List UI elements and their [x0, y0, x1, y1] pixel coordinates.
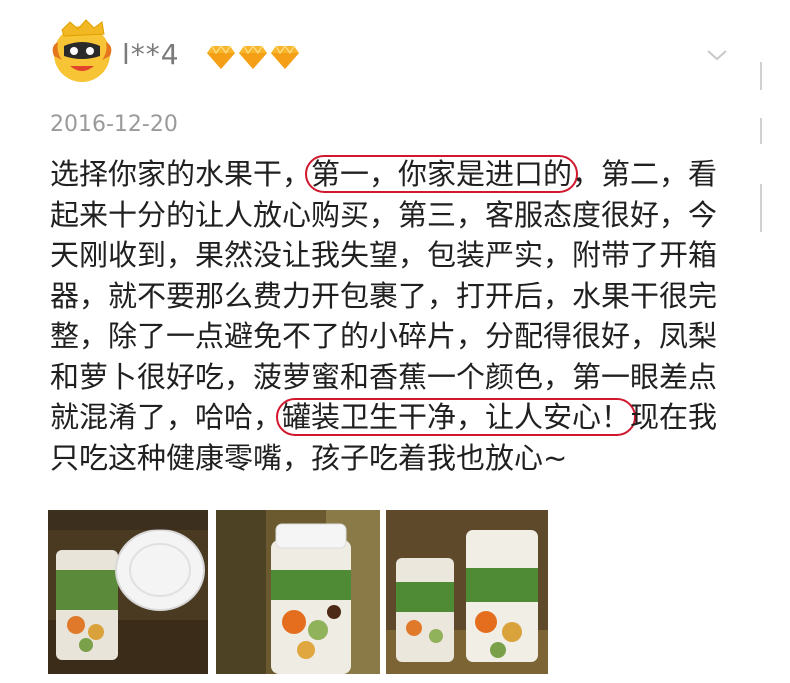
review-text-segment: 就混淆了，哈哈，	[50, 400, 283, 434]
review-line: 整，除了一点避免不了的小碎片，分配得很好，凤梨	[50, 316, 750, 357]
highlighted-phrase: 罐装卫生干净，让人安心！	[276, 398, 637, 436]
review-line: 只吃这种健康零嘴，孩子吃着我也放心~	[50, 438, 750, 479]
review-photo-3[interactable]	[386, 510, 548, 674]
review-line: 就混淆了，哈哈，罐装卫生干净，让人安心！现在我	[50, 397, 750, 438]
review-text-segment: 器，就不要那么费力开包裹了，打开后，水果干很完	[50, 278, 718, 313]
chevron-down-icon[interactable]	[706, 48, 728, 62]
edge-divider	[760, 62, 762, 90]
review-date: 2016-12-20	[50, 112, 178, 137]
review-text-segment: 整，除了一点避免不了的小碎片，分配得很好，凤梨	[50, 319, 718, 353]
review-line: 器，就不要那么费力开包裹了，打开后，水果干很完	[50, 276, 750, 317]
diamond-icon	[271, 44, 299, 69]
review-text-segment: 选择你家的水果干，	[50, 157, 312, 191]
review-text-segment: 天刚收到，果然没让我失望，包装严实，附带了开箱	[50, 238, 718, 272]
user-avatar[interactable]	[48, 16, 116, 84]
review-line: 天刚收到，果然没让我失望，包装严实，附带了开箱	[50, 235, 750, 276]
edge-divider	[760, 184, 762, 232]
highlighted-phrase: 第一，你家是进口的	[305, 155, 579, 193]
review-text-segment: 和萝卜很好吃，菠萝蜜和香蕉一个颜色，第一眼差点	[50, 359, 718, 394]
review-photo-2[interactable]	[216, 510, 380, 674]
review-text-segment: 起来十分的让人放心购买，第三，客服态度很好，今	[50, 197, 718, 232]
review-text-segment: ，第二，看	[572, 157, 718, 191]
review-photo-1[interactable]	[48, 510, 208, 674]
review-text: 选择你家的水果干，第一，你家是进口的，第二，看 起来十分的让人放心购买，第三，客服…	[50, 154, 750, 478]
review-line: 选择你家的水果干，第一，你家是进口的，第二，看	[50, 154, 750, 195]
review-text-segment: 现在我	[630, 400, 718, 434]
diamond-icon	[239, 44, 267, 69]
diamond-icon	[207, 44, 235, 69]
member-level-badges	[206, 44, 300, 70]
edge-divider	[760, 118, 762, 144]
review-line: 和萝卜很好吃，菠萝蜜和香蕉一个颜色，第一眼差点	[50, 357, 750, 398]
review-text-segment: 只吃这种健康零嘴，孩子吃着我也放心~	[50, 440, 568, 475]
username[interactable]: l**4	[122, 38, 180, 71]
review-line: 起来十分的让人放心购买，第三，客服态度很好，今	[50, 195, 750, 236]
